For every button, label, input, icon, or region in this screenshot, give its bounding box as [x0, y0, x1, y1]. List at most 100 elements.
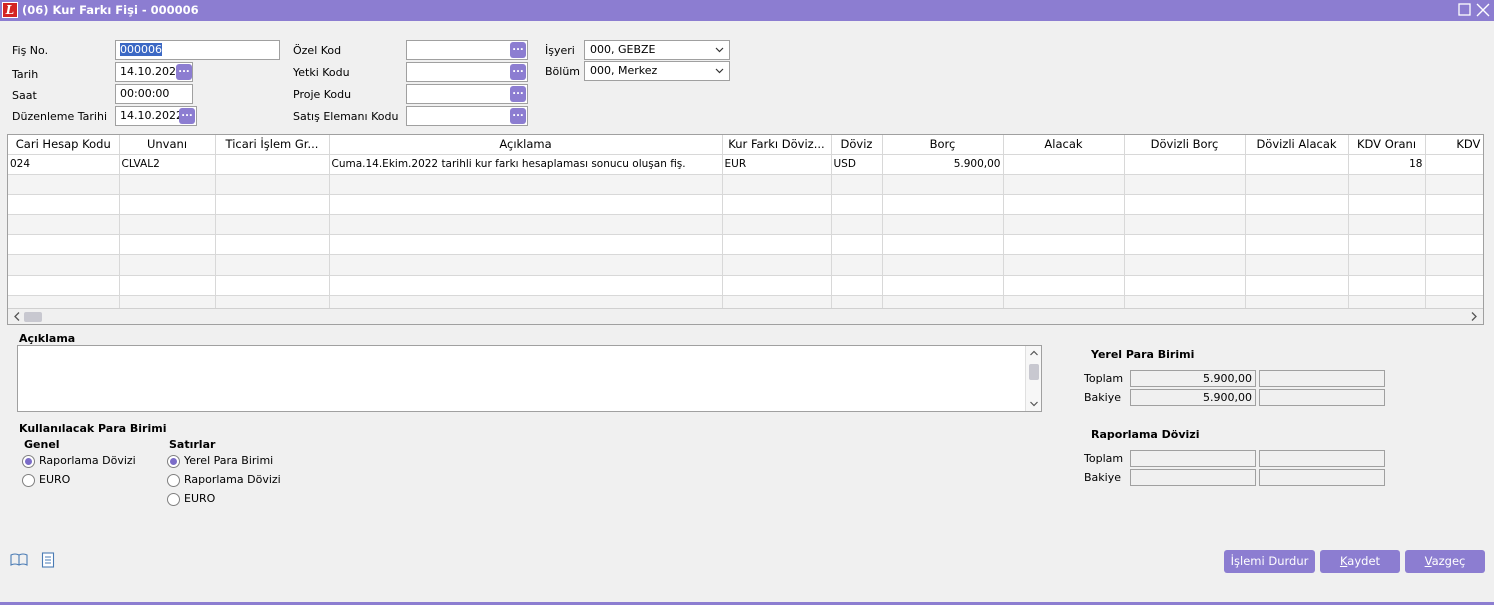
table-cell[interactable]	[1003, 214, 1125, 236]
table-cell[interactable]	[1124, 234, 1246, 256]
table-cell[interactable]	[1245, 214, 1349, 236]
table-cell[interactable]	[722, 254, 832, 276]
table-cell[interactable]	[831, 194, 883, 216]
table-cell[interactable]	[1425, 214, 1483, 236]
table-cell[interactable]	[1003, 154, 1125, 175]
table-cell[interactable]	[119, 194, 216, 216]
table-cell[interactable]	[831, 234, 883, 256]
table-row[interactable]	[8, 234, 1483, 256]
column-header[interactable]: Unvanı	[119, 135, 216, 155]
table-cell[interactable]	[1348, 214, 1426, 236]
table-cell[interactable]	[329, 275, 723, 296]
chevron-right-icon[interactable]	[1467, 309, 1481, 324]
table-cell[interactable]	[1245, 174, 1349, 195]
table-cell[interactable]	[1425, 194, 1483, 216]
table-cell[interactable]	[1124, 174, 1246, 195]
table-cell[interactable]	[215, 254, 330, 276]
table-cell[interactable]	[215, 214, 330, 236]
genel-euro-radio[interactable]: EURO	[22, 473, 70, 487]
column-header[interactable]: Dövizli Borç	[1124, 135, 1246, 155]
table-cell[interactable]	[8, 174, 120, 195]
table-cell[interactable]	[882, 214, 1004, 236]
table-cell[interactable]	[1348, 234, 1426, 256]
table-cell[interactable]	[329, 214, 723, 236]
table-cell[interactable]	[831, 275, 883, 296]
table-cell[interactable]	[119, 275, 216, 296]
table-cell[interactable]	[119, 174, 216, 195]
table-cell[interactable]	[722, 194, 832, 216]
table-cell[interactable]	[1348, 174, 1426, 195]
table-cell[interactable]	[1348, 275, 1426, 296]
duzenleme-lookup-button[interactable]: ...	[179, 108, 195, 124]
chevron-up-icon[interactable]	[1026, 348, 1042, 358]
table-cell[interactable]: 5.900,00	[882, 154, 1004, 175]
column-header[interactable]: Borç	[882, 135, 1004, 155]
table-cell[interactable]	[8, 234, 120, 256]
table-row[interactable]	[8, 194, 1483, 216]
isyeri-select[interactable]: 000, GEBZE	[584, 40, 730, 60]
table-cell[interactable]: 024	[8, 154, 120, 175]
table-cell[interactable]	[1124, 154, 1246, 175]
table-cell[interactable]	[1003, 275, 1125, 296]
table-cell[interactable]	[1348, 254, 1426, 276]
ozel-kod-lookup-button[interactable]: ...	[510, 42, 526, 58]
column-header[interactable]: Alacak	[1003, 135, 1125, 155]
chevron-down-icon[interactable]	[1026, 399, 1042, 409]
table-cell[interactable]	[1245, 254, 1349, 276]
table-cell[interactable]	[722, 214, 832, 236]
table-cell[interactable]: 18	[1348, 154, 1426, 175]
satis-elemani-lookup-button[interactable]: ...	[510, 108, 526, 124]
bolum-select[interactable]: 000, Merkez	[584, 61, 730, 81]
column-header[interactable]: KDV Tu	[1425, 135, 1483, 155]
table-cell[interactable]	[882, 174, 1004, 195]
tarih-lookup-button[interactable]: ...	[176, 64, 192, 80]
scroll-thumb[interactable]	[1029, 364, 1039, 380]
genel-raporlama-radio[interactable]: Raporlama Dövizi	[22, 454, 136, 468]
table-cell[interactable]	[1425, 154, 1483, 175]
table-cell[interactable]	[8, 275, 120, 296]
table-cell[interactable]	[831, 214, 883, 236]
table-cell[interactable]	[1124, 194, 1246, 216]
book-icon[interactable]	[10, 553, 28, 567]
table-cell[interactable]	[1124, 275, 1246, 296]
yetki-kodu-lookup-button[interactable]: ...	[510, 64, 526, 80]
table-cell[interactable]	[215, 234, 330, 256]
table-cell[interactable]	[882, 194, 1004, 216]
close-icon[interactable]	[1475, 2, 1491, 18]
table-cell[interactable]	[1245, 154, 1349, 175]
table-cell[interactable]	[119, 214, 216, 236]
table-cell[interactable]	[8, 194, 120, 216]
table-cell[interactable]	[215, 154, 330, 175]
table-cell[interactable]	[8, 214, 120, 236]
table-row[interactable]	[8, 254, 1483, 276]
aciklama-textarea[interactable]	[17, 345, 1042, 412]
document-icon[interactable]	[41, 552, 55, 568]
satirlar-euro-radio[interactable]: EURO	[167, 492, 215, 506]
table-cell[interactable]	[215, 275, 330, 296]
table-cell[interactable]	[8, 254, 120, 276]
table-cell[interactable]	[1425, 174, 1483, 195]
table-cell[interactable]	[1003, 194, 1125, 216]
table-cell[interactable]	[882, 254, 1004, 276]
table-cell[interactable]	[1348, 194, 1426, 216]
table-cell[interactable]	[882, 234, 1004, 256]
maximize-icon[interactable]	[1457, 2, 1473, 18]
table-cell[interactable]	[831, 174, 883, 195]
table-cell[interactable]	[722, 275, 832, 296]
vertical-scrollbar[interactable]	[1025, 346, 1041, 411]
table-row[interactable]	[8, 174, 1483, 195]
kaydet-button[interactable]: Kaydet	[1320, 550, 1400, 573]
table-cell[interactable]	[722, 234, 832, 256]
table-cell[interactable]	[329, 174, 723, 195]
table-cell[interactable]	[1245, 275, 1349, 296]
fis-no-field[interactable]: 000006	[115, 40, 280, 60]
table-cell[interactable]	[1245, 234, 1349, 256]
proje-kodu-lookup-button[interactable]: ...	[510, 86, 526, 102]
table-cell[interactable]	[1003, 254, 1125, 276]
transaction-grid[interactable]: Cari Hesap Kodu Unvanı Ticari İşlem Gr..…	[7, 134, 1484, 325]
satirlar-yerel-radio[interactable]: Yerel Para Birimi	[167, 454, 273, 468]
horizontal-scrollbar[interactable]	[8, 308, 1483, 324]
table-cell[interactable]	[119, 254, 216, 276]
table-cell[interactable]	[215, 174, 330, 195]
table-cell[interactable]	[1124, 254, 1246, 276]
